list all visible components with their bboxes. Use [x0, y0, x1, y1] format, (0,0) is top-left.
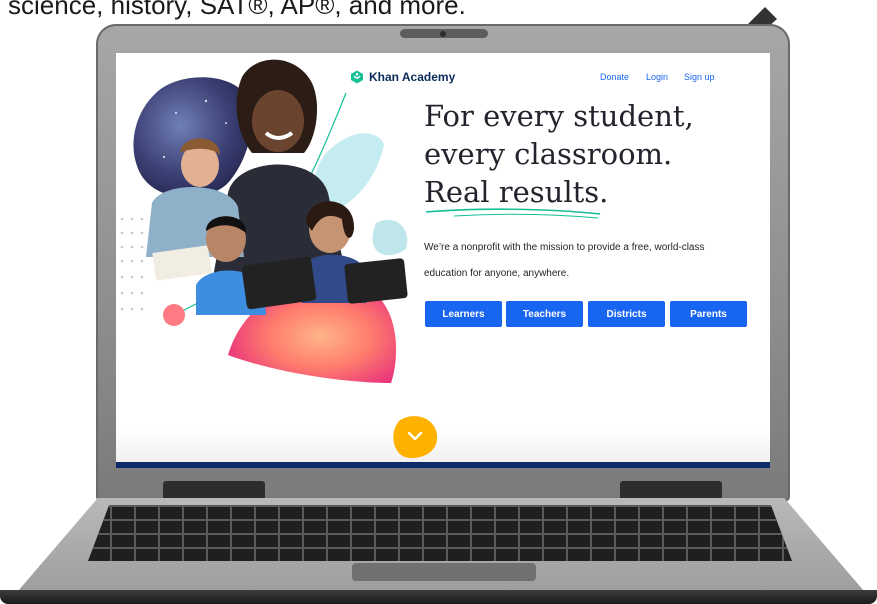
teachers-button[interactable]: Teachers — [506, 301, 583, 327]
browser-screen: Khan Academy Donate Login Sign up For ev… — [116, 53, 770, 463]
trackpad — [352, 563, 536, 581]
parents-button[interactable]: Parents — [670, 301, 747, 327]
brand-name: Khan Academy — [369, 70, 456, 84]
brand-logo-link[interactable]: Khan Academy — [350, 70, 455, 84]
headline-underline — [425, 208, 601, 219]
keyboard — [88, 505, 792, 561]
laptop-base-edge — [0, 590, 877, 604]
nav-donate-link[interactable]: Donate — [600, 72, 629, 82]
screen-bottom-edge — [116, 462, 770, 468]
section-divider — [116, 429, 770, 463]
khan-logo-icon — [351, 70, 363, 84]
learners-button[interactable]: Learners — [425, 301, 502, 327]
districts-button[interactable]: Districts — [588, 301, 665, 327]
hero-illustration — [120, 59, 408, 383]
nav-signup-link[interactable]: Sign up — [684, 72, 715, 82]
mission-text: We’re a nonprofit with the mission to pr… — [424, 242, 705, 279]
nav-login-link[interactable]: Login — [646, 72, 668, 82]
top-caption: science, history, SAT®, AP®, and more. — [8, 0, 466, 20]
webcam — [440, 31, 446, 37]
page-headline: For every student, every classroom. Real… — [424, 97, 694, 211]
headline-line-1: For every student, — [424, 99, 694, 133]
scroll-down-button[interactable] — [389, 411, 441, 461]
headline-line-2: every classroom. — [424, 137, 673, 171]
